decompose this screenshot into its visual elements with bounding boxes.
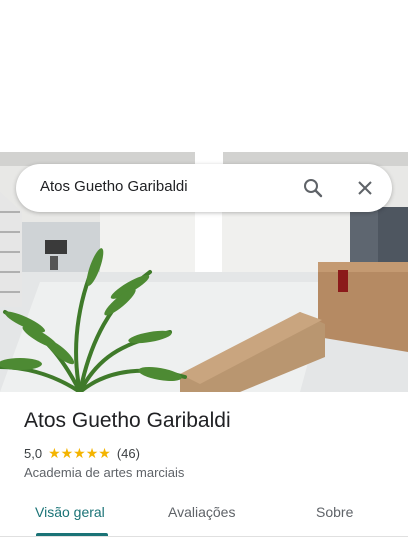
tab-reviews[interactable]: Avaliações <box>168 504 235 520</box>
star-rating-icon: ★★★★★ <box>48 445 111 461</box>
tab-about[interactable]: Sobre <box>316 504 353 520</box>
search-bar[interactable]: Atos Guetho Garibaldi <box>16 164 392 212</box>
map-blank-area <box>0 0 408 152</box>
review-count[interactable]: (46) <box>117 446 140 461</box>
place-category[interactable]: Academia de artes marciais <box>24 465 184 480</box>
rating-value: 5,0 <box>24 446 43 461</box>
rating-row[interactable]: 5,0 ★★★★★ (46) <box>24 445 140 462</box>
tabs-divider <box>0 536 408 537</box>
search-input[interactable]: Atos Guetho Garibaldi <box>40 178 188 195</box>
search-icon[interactable] <box>301 176 325 200</box>
close-icon[interactable] <box>353 176 377 200</box>
tab-overview[interactable]: Visão geral <box>35 504 105 520</box>
place-title: Atos Guetho Garibaldi <box>24 409 231 432</box>
